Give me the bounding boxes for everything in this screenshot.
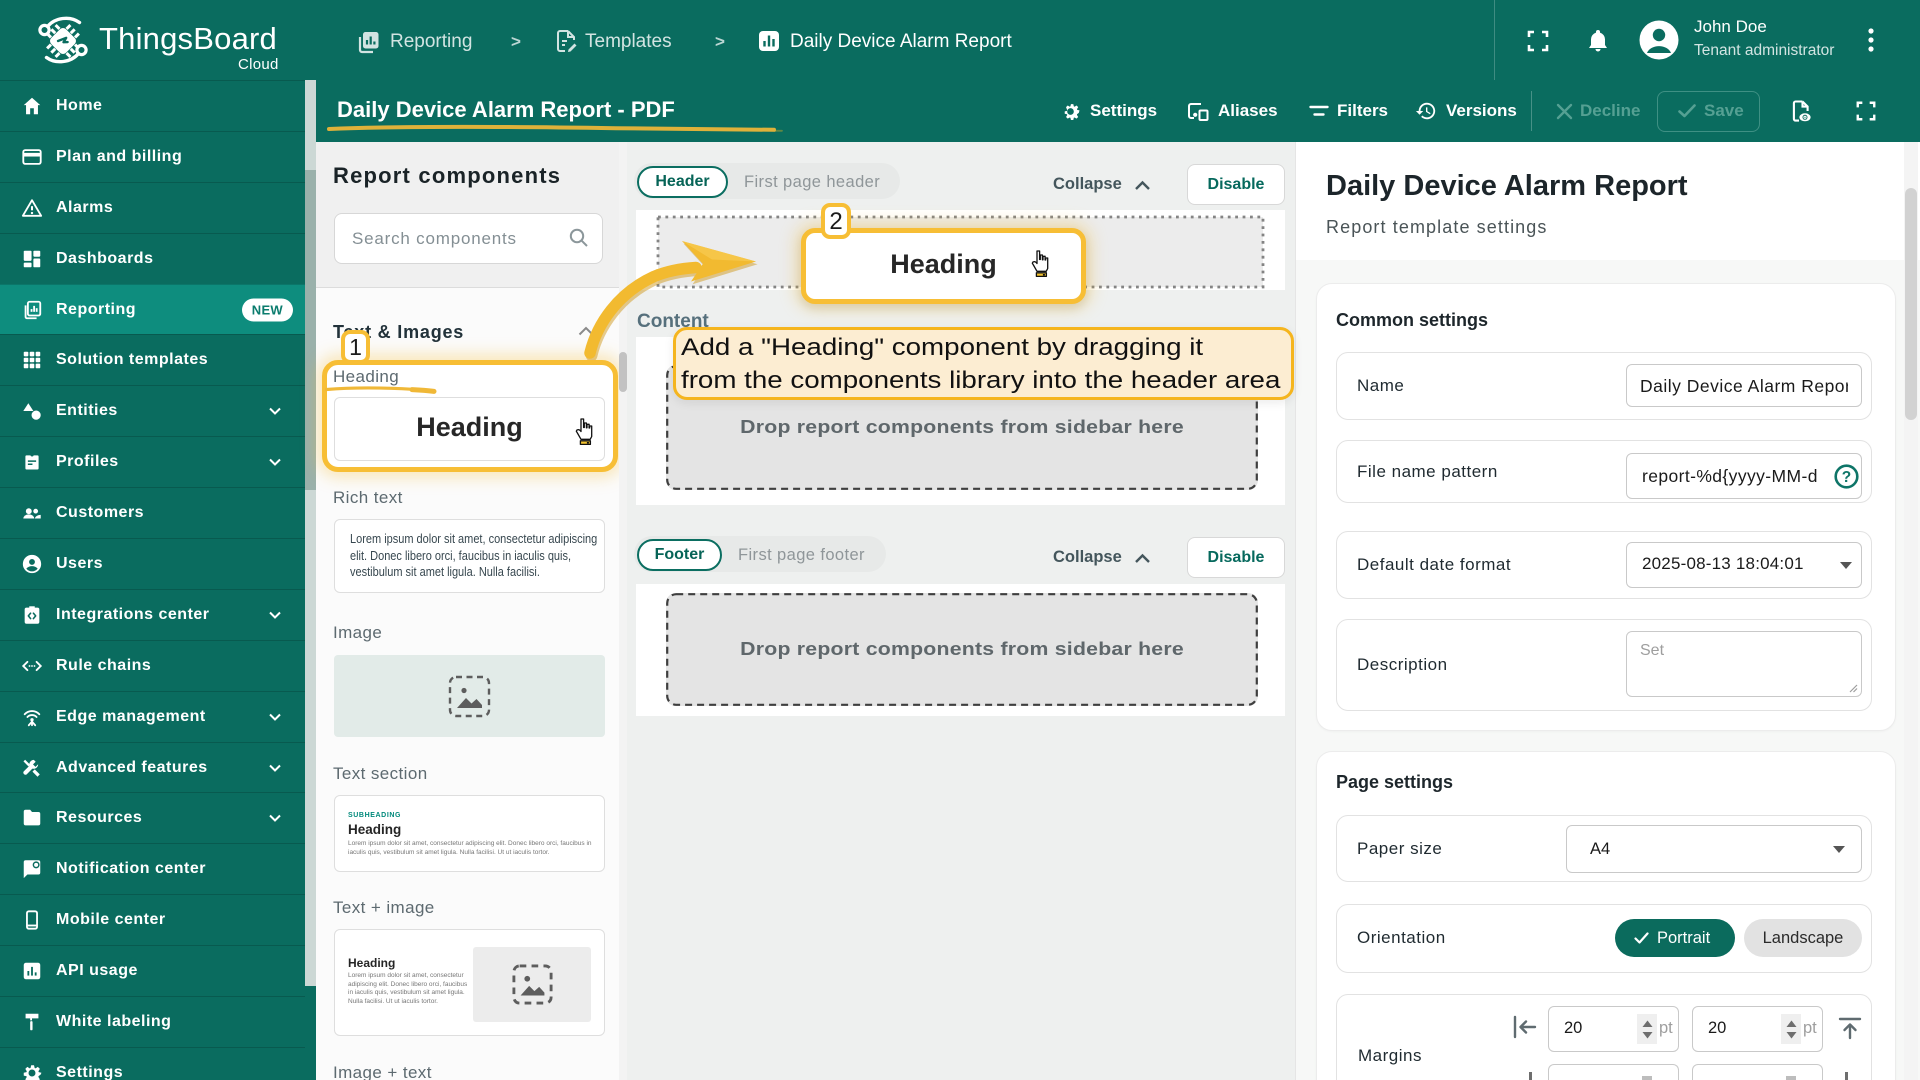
svg-text:?: ? [1842, 469, 1851, 486]
